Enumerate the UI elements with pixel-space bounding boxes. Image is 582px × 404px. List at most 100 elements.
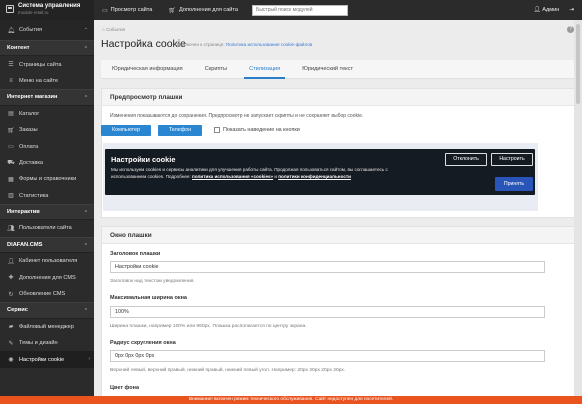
linked-page-link[interactable]: Политика использования cookie-файлов <box>226 42 312 47</box>
cookie-banner-preview: Настройки cookie Мы используем cookies и… <box>105 149 535 195</box>
hover-checkbox[interactable] <box>214 127 220 133</box>
phone-button[interactable]: Телефон <box>158 125 202 136</box>
catalog-icon: ▤ <box>8 111 14 118</box>
bg-color-label: Цвет фона <box>110 385 140 391</box>
help-icon[interactable]: ? <box>567 26 574 33</box>
sidebar-item-payment[interactable]: ▭ Оплата <box>0 138 94 154</box>
tab-legal-info[interactable]: Юридическая информация <box>101 60 194 78</box>
brand-title: Система управления <box>18 3 81 9</box>
sidebar-item-files[interactable]: ▰ Файловый менеджер <box>0 319 94 335</box>
user-icon: 👤︎ <box>533 7 543 13</box>
preview-area: Настройки cookie Мы используем cookies и… <box>103 143 538 211</box>
list-icon: ☰ <box>8 62 14 69</box>
sidebar-section-service[interactable]: Сервис ⌃ <box>0 302 94 319</box>
chevron-up-icon: ⌃ <box>83 46 88 52</box>
tab-styling[interactable]: Стилизация <box>238 60 291 79</box>
width-label: Максимальная ширина окна <box>110 295 187 301</box>
main-content: ⌂ События ? Настройка cookie Подключен к… <box>94 20 582 404</box>
logo-icon <box>6 5 14 13</box>
banner-text: Мы используем cookies и сервисы аналитик… <box>111 167 388 179</box>
brand[interactable]: Система управления module-retail.ru <box>0 0 94 20</box>
sidebar-section-shop[interactable]: Интернет магазин ⌃ <box>0 89 94 106</box>
folder-icon: ▰ <box>8 324 14 331</box>
title-hint: Заголовок над текстом уведомления. <box>110 279 195 284</box>
refresh-icon: ↻ <box>8 291 14 298</box>
sidebar-item-orders[interactable]: 🛒︎ Заказы <box>0 122 94 138</box>
banner-title: Настройки cookie <box>111 155 176 164</box>
title-label: Заголовок плашки <box>110 251 161 257</box>
sidebar-item-cabinet[interactable]: 👤︎ Кабинет пользователя <box>0 253 94 269</box>
bell-icon: 🔔︎ <box>7 27 15 34</box>
scrollbar-thumb[interactable] <box>576 24 580 104</box>
cookie-icon: ◉ <box>8 357 14 364</box>
sidebar-section-content[interactable]: Контент ⌃ <box>0 40 94 57</box>
sidebar-item-delivery[interactable]: ⛟ Доставка <box>0 155 94 171</box>
brush-icon: ✎ <box>8 340 14 347</box>
menu-icon: ≡ <box>9 77 13 84</box>
width-hint: Ширина плашки, например 100% или 960px. … <box>110 324 307 329</box>
configure-button[interactable]: Настроить <box>491 153 533 166</box>
monitor-icon: ▭ <box>102 7 108 14</box>
policy-link[interactable]: политика использования «cookies» <box>192 174 273 179</box>
chevron-up-icon: ⌃ <box>83 209 88 216</box>
maintenance-notice: Внимание! включен режим технического обс… <box>0 396 582 404</box>
sidebar-item-themes[interactable]: ✎ Темы и дизайн <box>0 335 94 351</box>
sidebar-section-diafan[interactable]: DIAFAN.CMS ⌃ <box>0 236 94 254</box>
sidebar-item-pages[interactable]: ☰ Страницы сайта <box>0 56 94 72</box>
cart-icon: 🛒︎ <box>7 127 15 134</box>
sidebar-section-interactive[interactable]: Интерактив ⌃ <box>0 203 94 221</box>
page-subtitle: Подключен к странице: Политика использов… <box>175 42 313 47</box>
logout-icon[interactable]: ⇥ <box>569 7 574 13</box>
tab-scripts[interactable]: Скрипты <box>194 60 238 78</box>
window-panel: Окно плашки Заголовок плашки Настройки c… <box>101 226 575 404</box>
radius-label: Радиус скругления окна <box>110 340 176 346</box>
sidebar-item-users[interactable]: 👥︎ Пользователи сайта <box>0 220 94 236</box>
sidebar-item-catalog[interactable]: ▤ Каталог <box>0 106 94 122</box>
card-icon: ▭ <box>8 144 14 151</box>
user-menu[interactable]: 👤︎ Админ <box>534 7 560 13</box>
sidebar-item-menu[interactable]: ≡ Меню на сайте <box>0 73 94 89</box>
radius-input[interactable]: 0px 0px 0px 0px <box>110 350 545 362</box>
cart-icon: 🛒︎ <box>168 7 177 14</box>
preview-site-link[interactable]: ▭ Просмотр сайта <box>94 7 160 14</box>
forms-icon: ▦ <box>8 176 14 183</box>
preview-heading: Предпросмотр плашки <box>102 89 574 106</box>
sidebar-item-events[interactable]: 🔔︎ События ⌄ <box>0 20 94 40</box>
users-icon: 👥︎ <box>7 225 15 232</box>
accept-button[interactable]: Принять <box>495 177 533 191</box>
radius-hint: Верхний левый, верхний правый, нижний пр… <box>110 368 346 373</box>
chevron-up-icon: ⌃ <box>83 308 88 315</box>
chevron-up-icon: ⌃ <box>83 95 88 102</box>
brand-subtitle: module-retail.ru <box>18 9 49 15</box>
topbar: ▭ Просмотр сайта 🛒︎ Дополнения для сайта… <box>94 0 582 20</box>
sidebar-item-cms-update[interactable]: ↻ Обновление CMS <box>0 286 94 302</box>
privacy-link[interactable]: политики конфиденциальности <box>278 174 351 179</box>
reject-button[interactable]: Отклонить <box>445 153 487 166</box>
chevron-right-icon: › <box>88 356 90 363</box>
computer-button[interactable]: Компьютер <box>101 125 151 136</box>
addons-link[interactable]: 🛒︎ Дополнения для сайта <box>160 7 246 14</box>
chevron-down-icon: ⌄ <box>83 25 88 31</box>
page-title: Настройка cookie <box>101 38 186 50</box>
preview-note: Изменения показываются до сохранения. Пр… <box>110 113 364 119</box>
puzzle-icon: ✚ <box>8 275 14 282</box>
chevron-up-icon: ⌃ <box>83 242 88 249</box>
sidebar-item-cms-addons[interactable]: ✚ Дополнения для CMS <box>0 269 94 285</box>
breadcrumb[interactable]: ⌂ События <box>102 27 125 32</box>
sidebar-item-stats[interactable]: ▥ Статистика <box>0 188 94 204</box>
sidebar: Система управления module-retail.ru 🔔︎ С… <box>0 0 94 404</box>
hover-toggle[interactable]: Показать наведение на кнопки <box>214 127 300 133</box>
chart-icon: ▥ <box>8 193 14 200</box>
title-input[interactable]: Настройки cookie <box>110 261 545 273</box>
sidebar-item-forms[interactable]: ▦ Формы и справочники <box>0 171 94 187</box>
user-icon: 👤︎ <box>7 258 15 265</box>
width-input[interactable]: 100% <box>110 306 545 318</box>
window-heading: Окно плашки <box>102 227 574 244</box>
sidebar-item-label: События <box>19 27 43 33</box>
search-input[interactable] <box>252 4 349 16</box>
tab-legal-text[interactable]: Юридический текст <box>291 60 364 78</box>
tabs: Юридическая информация Скрипты Стилизаци… <box>101 60 575 79</box>
truck-icon: ⛟ <box>7 159 15 166</box>
preview-panel: Предпросмотр плашки Изменения показывают… <box>101 88 575 218</box>
sidebar-item-cookie[interactable]: ◉ Настройки cookie › <box>0 351 94 368</box>
